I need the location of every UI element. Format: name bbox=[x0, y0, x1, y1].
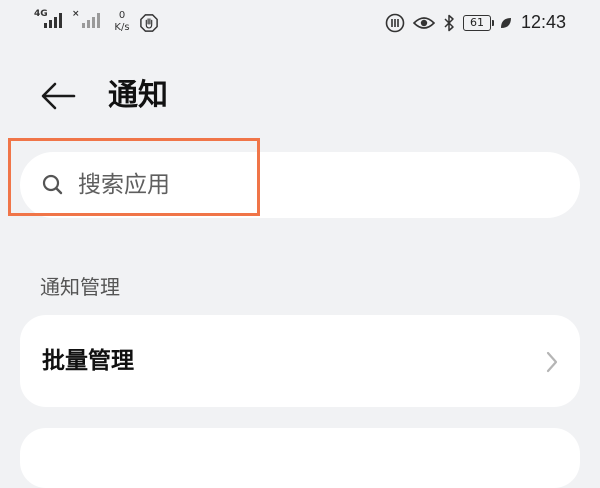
section-title: 通知管理 bbox=[40, 275, 120, 299]
network-speed-value: 0 bbox=[118, 10, 126, 21]
network-speed-unit: K/s bbox=[114, 22, 130, 33]
batch-manage-item[interactable]: 批量管理 bbox=[20, 315, 580, 407]
back-button[interactable] bbox=[36, 74, 80, 118]
search-icon bbox=[42, 174, 63, 195]
status-bar: 4G × 0 K/s 61 12:43 bbox=[0, 0, 600, 44]
signal-4g-icon: 4G bbox=[34, 10, 66, 30]
clock: 12:43 bbox=[520, 12, 566, 32]
next-list-item[interactable] bbox=[20, 428, 580, 488]
signal-secondary-icon: × bbox=[72, 10, 104, 30]
status-bar-left: 4G × 0 K/s bbox=[34, 10, 158, 40]
batch-manage-label: 批量管理 bbox=[42, 348, 134, 374]
network-speed: 0 K/s bbox=[110, 10, 134, 40]
search-input[interactable] bbox=[78, 165, 538, 205]
status-bar-right: 61 12:43 bbox=[385, 12, 566, 33]
battery-icon: 61 bbox=[462, 14, 494, 31]
arrow-left-icon bbox=[41, 82, 76, 110]
signal-secondary-label: × bbox=[72, 9, 80, 19]
nfc-icon bbox=[385, 13, 405, 32]
header: 通知 bbox=[0, 60, 600, 130]
chevron-right-icon bbox=[546, 351, 558, 373]
leaf-icon bbox=[500, 17, 511, 28]
hand-icon bbox=[140, 14, 158, 32]
page-title: 通知 bbox=[108, 78, 168, 113]
bluetooth-icon bbox=[444, 14, 454, 31]
search-bar[interactable] bbox=[20, 152, 580, 218]
battery-level: 61 bbox=[469, 15, 484, 29]
eye-icon bbox=[412, 16, 435, 29]
